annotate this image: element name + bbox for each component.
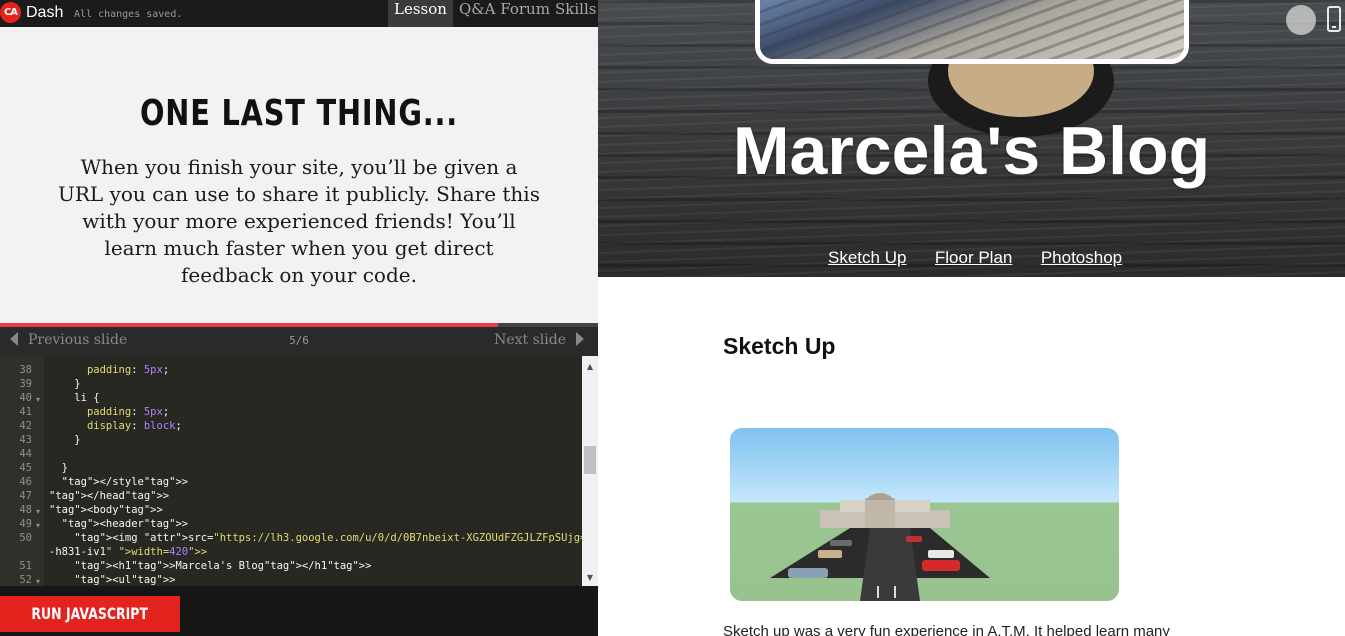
- slide-navigation: Previous slide 5/6 Next slide: [0, 327, 598, 356]
- fold-arrow-icon[interactable]: ▾: [36, 577, 40, 586]
- line-number: 40: [19, 392, 32, 404]
- fold-arrow-icon[interactable]: ▾: [36, 521, 40, 530]
- code-line[interactable]: }: [49, 378, 80, 390]
- app-name[interactable]: Dash: [26, 4, 63, 22]
- line-number: 39: [19, 378, 32, 390]
- code-line[interactable]: }: [49, 434, 80, 446]
- code-line[interactable]: "tag"></style"tag">>: [49, 476, 188, 488]
- nav-link-photoshop[interactable]: Photoshop: [1041, 248, 1122, 268]
- line-number: 47: [19, 490, 32, 502]
- code-line[interactable]: -h831-iv1" ">width=420">>: [49, 546, 207, 558]
- save-status: All changes saved.: [74, 9, 183, 20]
- bottom-bar: RUN JAVASCRIPT: [0, 586, 598, 636]
- next-slide-label: Next slide: [494, 332, 566, 348]
- sketchup-scene: [770, 493, 990, 601]
- code-line[interactable]: "tag"><img "attr">src="https://lh3.googl…: [49, 532, 598, 544]
- line-number: 43: [19, 434, 32, 446]
- line-number: 51: [19, 560, 32, 572]
- sketchup-model-image: [730, 428, 1119, 601]
- header-image: [755, 0, 1189, 64]
- line-number: 41: [19, 406, 32, 418]
- blog-header: Marcela's Blog Sketch Up Floor Plan Phot…: [598, 0, 1345, 277]
- code-editor[interactable]: 38 39 40 ▾ 41 42 43 44 45 46 47 48 ▾ 49 ▾ 50 51 52 ▾ paddi…: [0, 356, 598, 586]
- nav-link-floor-plan[interactable]: Floor Plan: [935, 248, 1012, 268]
- code-line[interactable]: "tag"><ul"tag">>: [49, 574, 175, 586]
- chevron-right-icon: [576, 332, 584, 346]
- line-number: 49: [19, 518, 32, 530]
- line-number: 38: [19, 364, 32, 376]
- lesson-body: When you finish your site, you’ll be giv…: [58, 155, 540, 287]
- line-number: 50: [19, 532, 32, 544]
- line-number: 42: [19, 420, 32, 432]
- fullscreen-toggle-icon[interactable]: [1286, 5, 1316, 35]
- site-preview: Marcela's Blog Sketch Up Floor Plan Phot…: [598, 0, 1345, 636]
- next-slide-button[interactable]: Next slide: [494, 332, 584, 348]
- code-line[interactable]: "tag"><body"tag">>: [49, 504, 163, 516]
- scroll-up-icon[interactable]: ▲: [582, 362, 598, 371]
- code-line[interactable]: li {: [49, 392, 99, 404]
- code-line[interactable]: display: block;: [49, 420, 182, 432]
- code-line[interactable]: }: [49, 462, 68, 474]
- code-line[interactable]: padding: 5px;: [49, 364, 169, 376]
- code-line[interactable]: "tag"></head"tag">>: [49, 490, 169, 502]
- mobile-view-icon[interactable]: [1327, 6, 1341, 32]
- top-bar: CA Dash All changes saved. Lesson Q&A Fo…: [0, 0, 598, 27]
- fold-arrow-icon[interactable]: ▾: [36, 395, 40, 404]
- code-line[interactable]: padding: 5px;: [49, 406, 169, 418]
- post-excerpt: Sketch up was a very fun experience in A…: [723, 623, 1170, 636]
- left-pane: CA Dash All changes saved. Lesson Q&A Fo…: [0, 0, 598, 636]
- line-number: 48: [19, 504, 32, 516]
- tab-skills[interactable]: Skills: [549, 0, 602, 27]
- lesson-content: ONE LAST THING... When you finish your s…: [0, 27, 598, 323]
- tab-qa-forum[interactable]: Q&A Forum: [453, 0, 556, 27]
- blog-nav: Sketch Up Floor Plan Photoshop: [828, 248, 1146, 268]
- tab-lesson[interactable]: Lesson: [388, 0, 453, 27]
- line-number: 46: [19, 476, 32, 488]
- editor-gutter: 38 39 40 ▾ 41 42 43 44 45 46 47 48 ▾ 49 ▾ 50 51 52 ▾: [0, 356, 44, 586]
- line-number: 45: [19, 462, 32, 474]
- scroll-down-icon[interactable]: ▼: [582, 573, 598, 582]
- nav-link-sketch-up[interactable]: Sketch Up: [828, 248, 906, 268]
- editor-scrollbar[interactable]: ▲ ▼: [582, 356, 598, 586]
- fold-arrow-icon[interactable]: ▾: [36, 507, 40, 516]
- codecademy-logo[interactable]: CA: [0, 2, 21, 23]
- run-javascript-button[interactable]: RUN JAVASCRIPT: [0, 596, 180, 632]
- lesson-title: ONE LAST THING...: [140, 93, 458, 134]
- scrollbar-thumb[interactable]: [584, 446, 596, 474]
- line-number: 52: [19, 574, 32, 586]
- laptop-keyboard-image: [760, 0, 1184, 59]
- run-button-label: RUN JAVASCRIPT: [31, 604, 149, 623]
- section-title: Sketch Up: [723, 333, 836, 359]
- line-number: 44: [19, 448, 32, 460]
- code-line[interactable]: "tag"><h1"tag">>Marcela's Blog"tag"></h1…: [49, 560, 371, 572]
- code-line[interactable]: "tag"><header"tag">>: [49, 518, 188, 530]
- blog-title: Marcela's Blog: [732, 113, 1211, 189]
